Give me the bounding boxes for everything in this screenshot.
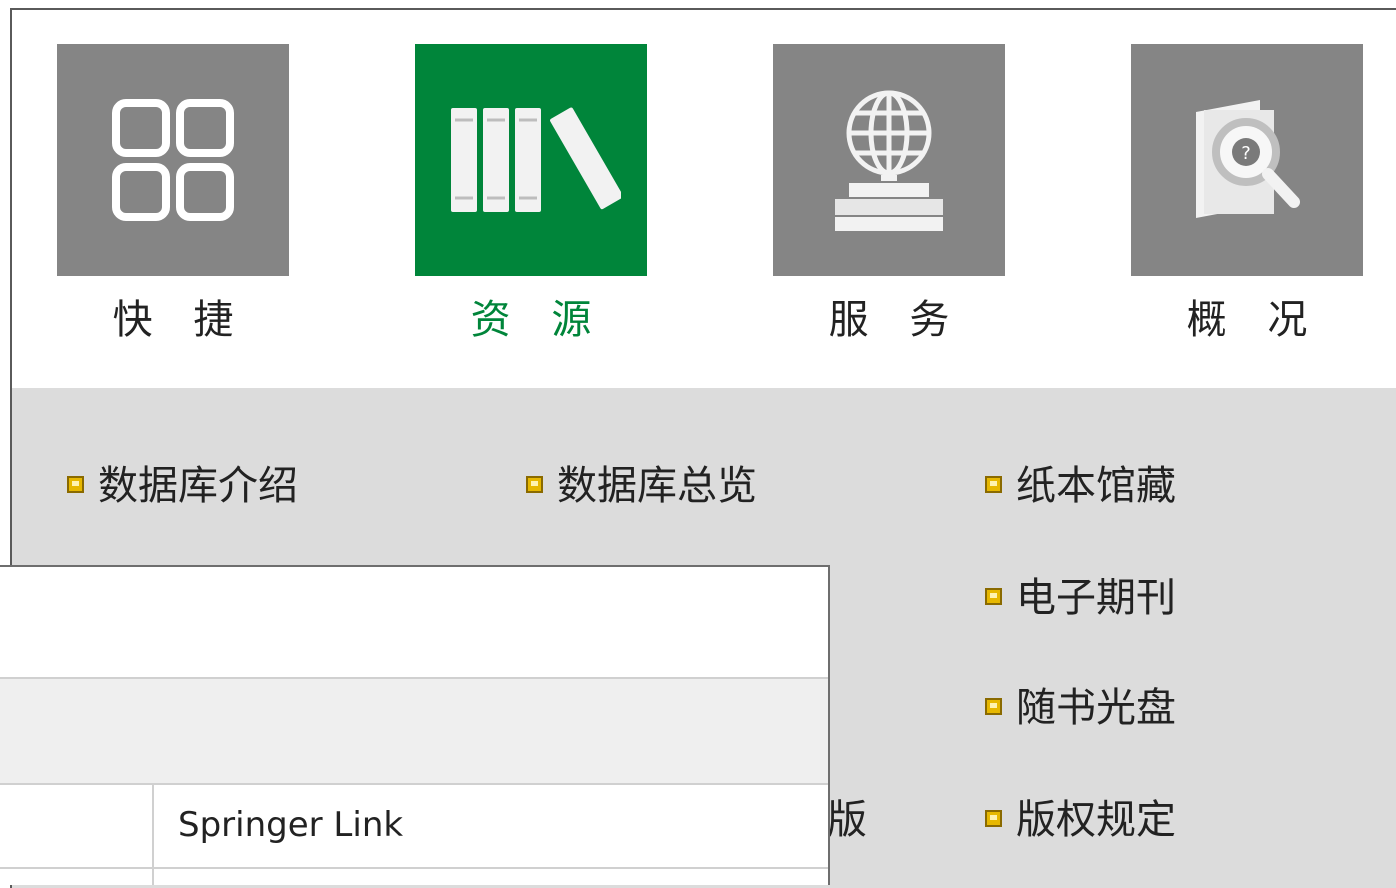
nav-label-overview: 概 况 [1186, 297, 1322, 343]
cell-divider [152, 785, 154, 867]
nav-tile-overview[interactable]: ? [1131, 44, 1363, 276]
submenu-copyright-rules[interactable]: 版权规定 [985, 792, 1176, 848]
submenu-label: 数据库介绍 [98, 463, 298, 509]
overlay-popup: Springer Link [0, 565, 830, 885]
popup-header [0, 567, 828, 679]
grid-icon [112, 99, 234, 221]
submenu-e-journals[interactable]: 电子期刊 [985, 570, 1176, 626]
bullet-icon [985, 475, 1002, 493]
popup-band [0, 679, 828, 785]
bullet-icon [985, 809, 1002, 827]
nav-tile-services[interactable] [773, 44, 1005, 276]
bullet-icon [985, 697, 1002, 715]
svg-text:?: ? [1241, 143, 1251, 164]
submenu-partial-text: 版 [827, 797, 867, 843]
main-nav: 快 捷 资 源 服 务 ? 概 况 [12, 10, 1396, 388]
document-search-icon: ? [1196, 100, 1300, 218]
nav-label-services: 服 务 [828, 297, 964, 343]
submenu-database-overview[interactable]: 数据库总览 [526, 458, 757, 514]
bullet-icon [67, 475, 84, 493]
springer-link-cell[interactable]: Springer Link [178, 805, 403, 845]
nav-item-services[interactable]: 服 务 [773, 44, 1005, 348]
submenu-label: 版权规定 [1016, 797, 1176, 843]
submenu-print-collection[interactable]: 纸本馆藏 [985, 458, 1176, 514]
nav-tile-shortcuts[interactable] [57, 44, 289, 276]
submenu-label: 随书光盘 [1016, 685, 1176, 731]
submenu-label: 电子期刊 [1016, 575, 1176, 621]
bullet-icon [526, 475, 543, 493]
nav-item-resources[interactable]: 资 源 [415, 44, 647, 348]
globe-books-icon [835, 90, 943, 231]
submenu-label: 纸本馆藏 [1016, 463, 1176, 509]
submenu-book-cds[interactable]: 随书光盘 [985, 680, 1176, 736]
cell-divider [152, 869, 154, 885]
books-icon [451, 107, 621, 212]
nav-item-overview[interactable]: ? 概 况 [1131, 44, 1363, 348]
nav-tile-resources[interactable] [415, 44, 647, 276]
table-row [0, 869, 828, 885]
table-row: Springer Link [0, 785, 828, 869]
bullet-icon [985, 587, 1002, 605]
nav-label-shortcuts: 快 捷 [112, 297, 248, 343]
submenu-database-intro[interactable]: 数据库介绍 [67, 458, 298, 514]
submenu-label: 数据库总览 [557, 463, 757, 509]
nav-label-resources: 资 源 [470, 297, 606, 343]
nav-item-shortcuts[interactable]: 快 捷 [57, 44, 289, 348]
